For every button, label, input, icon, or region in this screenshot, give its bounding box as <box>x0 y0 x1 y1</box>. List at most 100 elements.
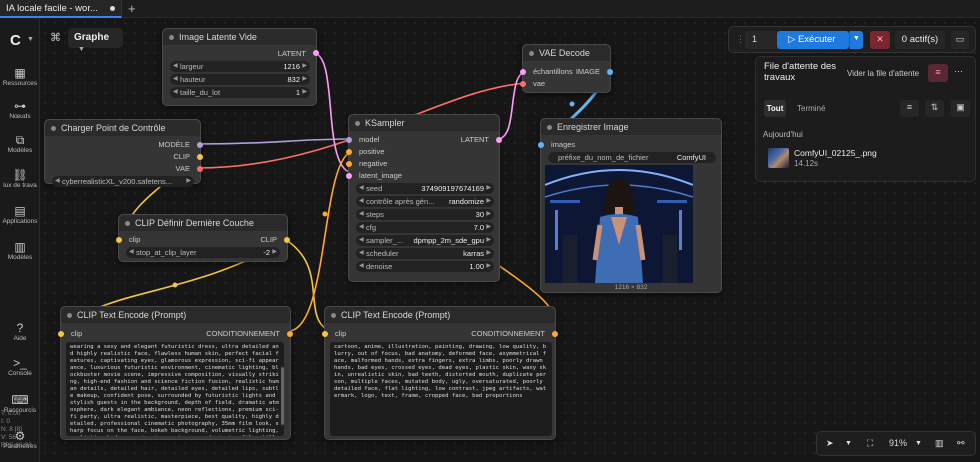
tab-completed[interactable]: Terminé <box>797 104 825 113</box>
input-clip-dot[interactable] <box>116 237 122 243</box>
tab-all[interactable]: Tout <box>764 100 786 117</box>
output-clip-dot[interactable] <box>284 237 290 243</box>
node-empty-latent[interactable]: Image Latente Vide LATENT ◀ largeur 1216 ▶ … <box>162 28 319 106</box>
chevron-down-icon[interactable]: ▼ <box>915 440 922 447</box>
job-thumbnail[interactable] <box>768 148 789 168</box>
stop-button[interactable]: ✕ <box>870 31 890 49</box>
input-images-dot[interactable] <box>538 142 544 148</box>
node-clip-set-last-layer[interactable]: CLIP Définir Dernière Couche clip CLIP ◀… <box>116 214 290 262</box>
widget-control-after-generate[interactable]: ◀ contrôle après gén... randomize ▶ <box>356 196 494 207</box>
sidebar-item-help[interactable]: ? Aide <box>0 321 40 342</box>
fit-view-icon[interactable]: ⛶ <box>867 438 873 449</box>
queue-count-value[interactable]: 1 <box>752 34 757 44</box>
widget-batch-size[interactable]: ◀ taille_du_lot 1 ▶ <box>170 87 310 98</box>
minimap-icon[interactable]: ▥ <box>935 438 944 449</box>
widget-filename-prefix[interactable]: préfixe_du_nom_de_fichier ComfyUI <box>548 152 716 163</box>
node-clip-text-encode-negative[interactable]: CLIP Text Encode (Prompt) clip CONDITION… <box>322 306 558 440</box>
input-samples-dot[interactable] <box>520 69 526 75</box>
input-negative-label: negative <box>359 159 388 168</box>
pointer-icon[interactable]: ➤ <box>826 438 834 449</box>
output-conditioning-label: CONDITIONNEMENT <box>471 329 545 338</box>
widget-stop-at-clip-layer[interactable]: ◀ stop_at_clip_layer -2 ▶ <box>126 247 280 258</box>
link-visibility-icon[interactable]: ⚯ <box>957 438 965 449</box>
node-clip-text-encode-positive[interactable]: CLIP Text Encode (Prompt) clip CONDITION… <box>58 306 293 440</box>
workflow-tab[interactable]: IA locale facile - wor... <box>0 0 122 18</box>
node-vae-decode[interactable]: VAE Decode échantillons vae IMAGE <box>520 44 613 93</box>
widget-width[interactable]: ◀ largeur 1216 ▶ <box>170 61 310 72</box>
workflow-tab-title: IA locale facile - wor... <box>6 3 98 14</box>
graph-icon[interactable]: ⌘ <box>50 31 61 44</box>
sidebar-item-console[interactable]: >_ Console <box>0 356 40 377</box>
sidebar-item-models[interactable]: ⧉ Modèles <box>0 133 40 154</box>
job-file-name[interactable]: ComfyUI_02125_.png <box>794 148 877 158</box>
new-tab-icon[interactable]: + <box>128 1 136 16</box>
comfy-logo-icon[interactable]: C <box>10 32 21 49</box>
input-positive-dot[interactable] <box>346 149 352 155</box>
help-icon: ? <box>16 321 24 335</box>
image-view-icon[interactable]: ▣ <box>951 100 970 117</box>
input-clip-dot[interactable] <box>322 331 328 337</box>
widget-denoise[interactable]: ◀ denoise 1.00 ▶ <box>356 261 494 272</box>
output-image-dot[interactable] <box>607 69 613 75</box>
widget-seed[interactable]: ◀ seed 374909197674169 ▶ <box>356 183 494 194</box>
reroute-dot <box>172 282 178 288</box>
output-vae-dot[interactable] <box>197 166 203 172</box>
sidebar-item-applications[interactable]: ▤ Applications <box>0 204 40 225</box>
input-model-dot[interactable] <box>346 137 352 143</box>
chevron-down-icon: ▼ <box>78 46 85 53</box>
active-jobs-button[interactable]: 0 actif(s) <box>895 31 945 49</box>
input-vae-dot[interactable] <box>520 81 526 87</box>
widget-sampler-name[interactable]: ◀ sampler_... dpmpp_2m_sde_gpu ▶ <box>356 235 494 246</box>
run-options-chevron-icon[interactable]: ▼ <box>849 31 863 49</box>
output-latent-label: LATENT <box>460 135 489 144</box>
panel-toggle-icon[interactable]: ▭ <box>951 31 969 49</box>
sidebar-item-resources[interactable]: ▦ Ressources <box>0 66 40 87</box>
chevron-down-icon[interactable]: ▼ <box>27 36 34 43</box>
output-latent-dot[interactable] <box>496 137 502 143</box>
drag-handle-icon[interactable]: ⋮ <box>736 34 745 45</box>
widget-steps[interactable]: ◀ steps 30 ▶ <box>356 209 494 220</box>
generated-image[interactable] <box>545 165 693 283</box>
output-clip-dot[interactable] <box>197 154 203 160</box>
widget-height[interactable]: ◀ hauteur 832 ▶ <box>170 74 310 85</box>
input-negative-dot[interactable] <box>346 161 352 167</box>
clear-queue-button[interactable]: Vider la file d'attente <box>847 69 919 78</box>
input-clip-dot[interactable] <box>58 331 64 337</box>
filter-icon[interactable]: ≡ <box>900 100 919 117</box>
sidebar-item-nodes[interactable]: ⊶ Nœuds <box>0 99 40 120</box>
node-save-image[interactable]: Enregistrer Image images préfixe_du_nom_… <box>538 118 722 293</box>
clear-queue-icon[interactable]: ≡ <box>928 64 948 82</box>
node-checkpoint-loader[interactable]: Charger Point de Contrôle MODÈLE CLIP VA… <box>44 119 203 187</box>
output-clip-label: CLIP <box>260 235 277 244</box>
more-options-icon[interactable]: ⋯ <box>954 66 963 77</box>
sort-icon[interactable]: ⇅ <box>925 100 944 117</box>
widget-cfg[interactable]: ◀ cfg 7.0 ▶ <box>356 222 494 233</box>
prompt-text-positive[interactable]: wearing a sexy and elegant futuristic dr… <box>66 342 284 436</box>
input-model-label: model <box>359 135 380 144</box>
widget-checkpoint-name[interactable]: ◀ cyberrealisticXL_v200.safetens... ▶ <box>52 176 194 187</box>
prompt-text-negative[interactable]: cartoon, anime, illustration, painting, … <box>330 342 552 436</box>
run-button[interactable]: ▷ Exécuter <box>777 31 849 49</box>
input-latent-dot[interactable] <box>346 173 352 179</box>
output-latent-dot[interactable] <box>313 50 319 56</box>
sidebar-item-workflows[interactable]: ⛓ lux de trava <box>0 168 40 189</box>
textarea-scrollbar[interactable] <box>281 367 284 425</box>
output-model-dot[interactable] <box>197 142 203 148</box>
cube-icon: ▦ <box>14 66 26 80</box>
output-conditioning-dot[interactable] <box>552 331 558 337</box>
generated-image-illustration <box>545 165 693 283</box>
perf-stats: T: 0.00 I: 0 N: 8 [8] V: 56 FPS:68.03 <box>1 410 32 449</box>
widget-scheduler[interactable]: ◀ scheduler karras ▶ <box>356 248 494 259</box>
reroute-dot <box>322 211 328 217</box>
input-positive-label: positive <box>359 147 385 156</box>
canvas-toolbar: ➤ ▼ ⛶ 91% ▼ ▥ ⚯ <box>816 431 976 456</box>
zoom-level[interactable]: 91% <box>889 438 907 448</box>
input-samples-label: échantillons <box>533 67 573 76</box>
sidebar-item-templates[interactable]: ▥ Modèles <box>0 240 40 261</box>
graph-mode-button[interactable]: Graphe ▼ <box>68 28 123 53</box>
chevron-down-icon[interactable]: ▼ <box>845 440 852 447</box>
link-model <box>197 138 355 145</box>
output-conditioning-dot[interactable] <box>287 331 293 337</box>
node-ksampler[interactable]: KSampler model positive negative latent_… <box>346 114 502 282</box>
workflow-icon: ⛓ <box>12 168 28 182</box>
